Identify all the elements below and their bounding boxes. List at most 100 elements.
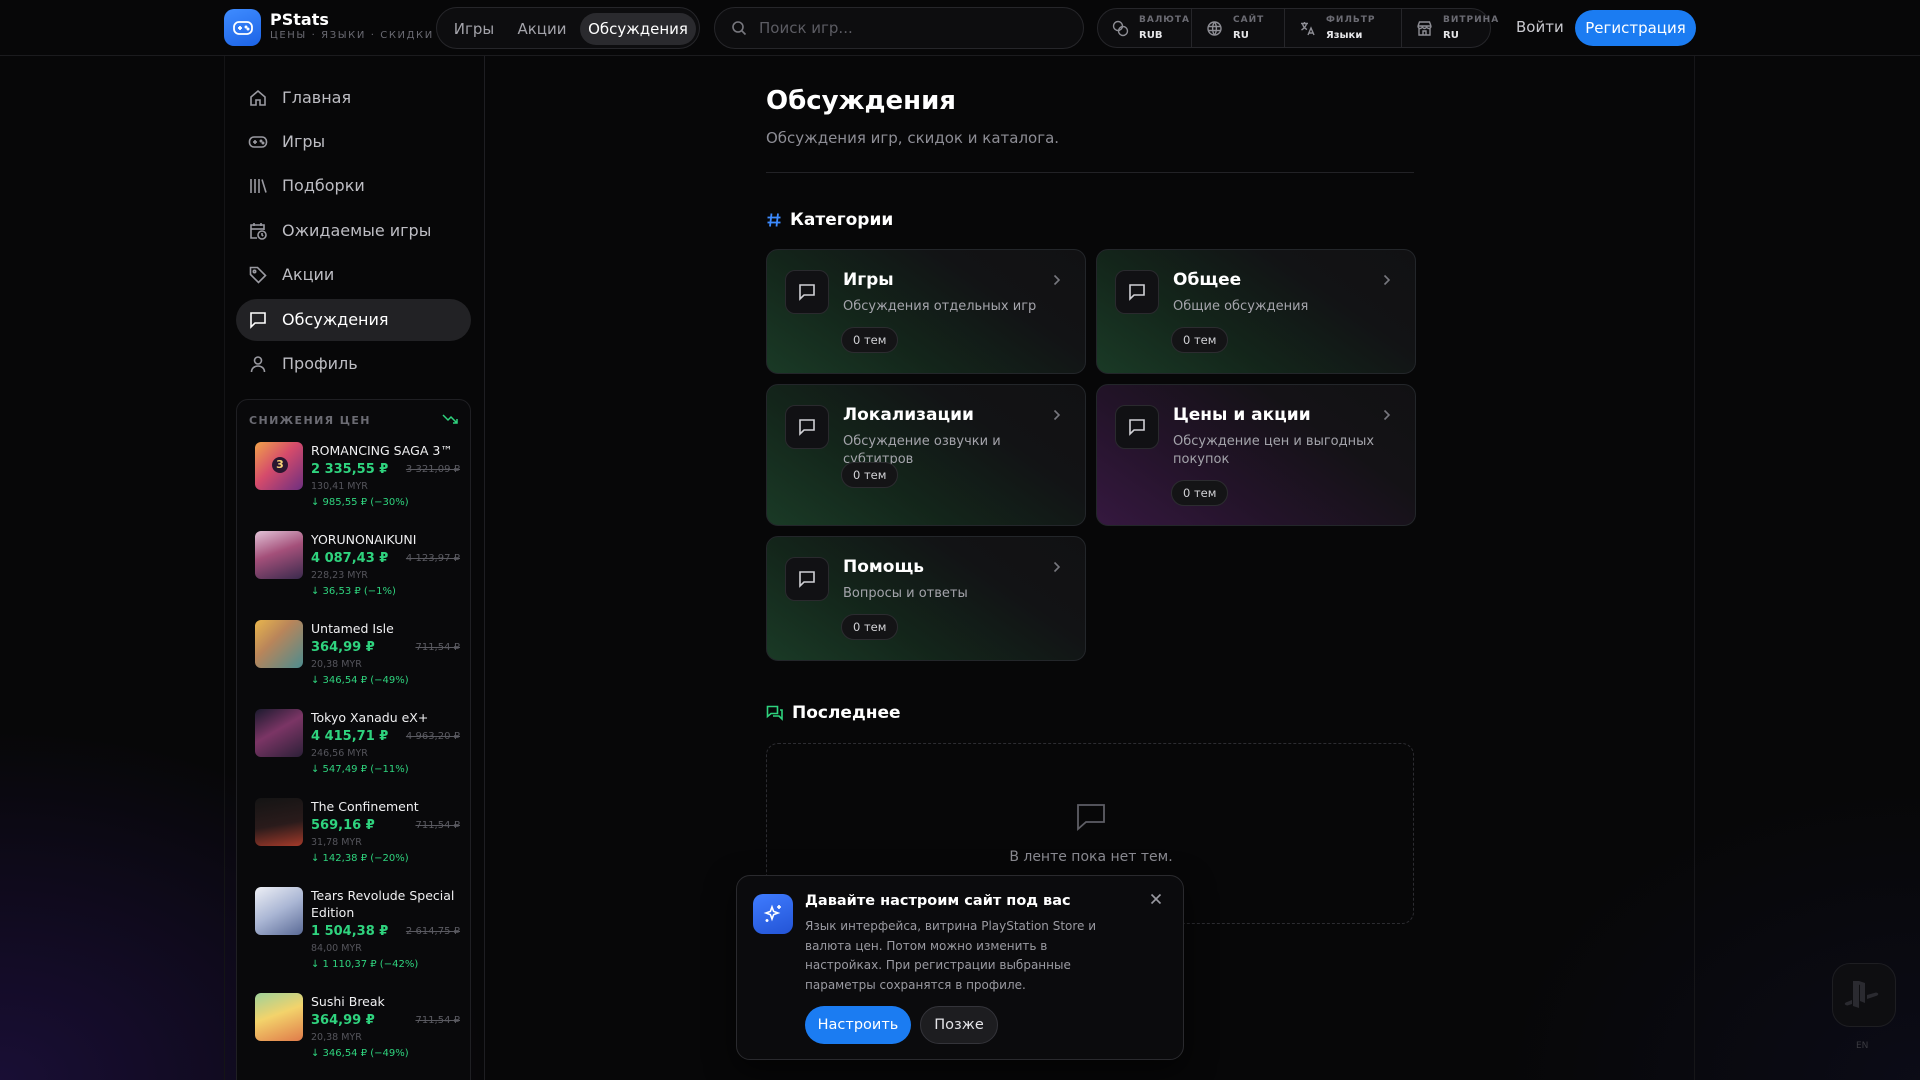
game-price: 364,99 ₽: [311, 640, 375, 655]
currency-label: ВАЛЮТА: [1139, 15, 1190, 25]
translate-icon: [1301, 22, 1315, 36]
register-button[interactable]: Регистрация: [1575, 10, 1696, 46]
price-drop-item[interactable]: YORUNONAIKUNI 4 087,43 ₽ 4 123,97 ₽ 228,…: [255, 531, 460, 611]
tab-deals[interactable]: Акции: [510, 13, 574, 45]
login-link[interactable]: Войти: [1516, 18, 1564, 36]
playstation-store-button[interactable]: [1832, 963, 1896, 1027]
game-old-price: 2 614,75 ₽: [405, 926, 460, 937]
category-count-badge: 0 тем: [1171, 480, 1229, 506]
hash-icon: [767, 213, 781, 227]
chat-icon: [785, 405, 829, 449]
chat-icon: [785, 557, 829, 601]
configure-button[interactable]: Настроить: [805, 1006, 911, 1044]
sidebar-item-label: Ожидаемые игры: [282, 221, 432, 240]
game-cover: [255, 993, 303, 1041]
chevron-right-icon: [1053, 561, 1061, 573]
sidebar-item-upcoming[interactable]: Ожидаемые игры: [236, 210, 471, 252]
top-nav: Игры Акции Обсуждения: [436, 7, 700, 49]
sidebar-item-deals[interactable]: Акции: [236, 254, 471, 296]
close-icon[interactable]: [1150, 893, 1162, 905]
game-price: 569,16 ₽: [311, 818, 375, 833]
logo-gamepad-icon[interactable]: [224, 9, 261, 46]
category-card-prices[interactable]: Цены и акции Обсуждение цен и выгодных п…: [1096, 384, 1416, 526]
category-desc: Вопросы и ответы: [843, 586, 968, 601]
game-name: Tokyo Xanadu eX+: [311, 710, 429, 725]
category-count-badge: 0 тем: [1171, 327, 1229, 353]
game-myr-price: 31,78 MYR: [311, 837, 362, 848]
sidebar-item-home[interactable]: Главная: [236, 77, 471, 119]
category-title: Игры: [843, 270, 894, 290]
tab-discussions[interactable]: Обсуждения: [580, 13, 696, 45]
language-indicator: EN: [1856, 1041, 1869, 1051]
game-price: 2 335,55 ₽: [311, 462, 389, 477]
home-icon: [250, 89, 266, 106]
sidebar-item-games[interactable]: Игры: [236, 121, 471, 163]
tab-games[interactable]: Игры: [442, 13, 506, 45]
page-title: Обсуждения: [766, 86, 956, 116]
chats-icon: [766, 705, 783, 721]
game-cover: [255, 620, 303, 668]
chevron-right-icon: [1053, 409, 1061, 421]
category-card-help[interactable]: Помощь Вопросы и ответы 0 тем: [766, 536, 1086, 661]
playstation-icon: [1844, 981, 1879, 1008]
sidebar-item-label: Обсуждения: [282, 310, 389, 329]
app-tagline: ЦЕНЫ · ЯЗЫКИ · СКИДКИ: [270, 30, 434, 41]
store-icon: [1417, 21, 1432, 36]
category-desc: Общие обсуждения: [1173, 299, 1309, 314]
price-drop-item[interactable]: Untamed Isle 364,99 ₽ 711,54 ₽ 20,38 MYR…: [255, 620, 460, 700]
category-card-games[interactable]: Игры Обсуждения отдельных игр 0 тем: [766, 249, 1086, 374]
sparkles-icon: [753, 894, 793, 934]
later-button[interactable]: Позже: [920, 1006, 998, 1044]
popup-title: Давайте настроим сайт под вас: [805, 893, 1071, 909]
sidebar-item-label: Главная: [282, 88, 352, 107]
game-name: YORUNONAIKUNI: [311, 532, 417, 547]
search-input[interactable]: [759, 8, 1069, 48]
game-price-diff: ↓ 985,55 ₽ (−30%): [311, 497, 409, 508]
trending-down-icon: [442, 414, 458, 424]
sidebar-item-discussions[interactable]: Обсуждения: [236, 299, 471, 341]
category-card-general[interactable]: Общее Общие обсуждения 0 тем: [1096, 249, 1416, 374]
game-name: The Confinement: [311, 799, 419, 814]
site-setting[interactable]: САЙТ RU: [1191, 9, 1284, 47]
store-setting[interactable]: ВИТРИНА RU: [1401, 9, 1498, 47]
category-desc: Обсуждения отдельных игр: [843, 299, 1037, 314]
sidebar-item-profile[interactable]: Профиль: [236, 343, 471, 385]
chevron-right-icon: [1383, 274, 1391, 286]
category-title: Цены и акции: [1173, 405, 1311, 425]
game-old-price: 3 321,09 ₽: [405, 464, 460, 475]
price-drop-item[interactable]: Tokyo Xanadu eX+ 4 415,71 ₽ 4 963,20 ₽ 2…: [255, 709, 460, 789]
price-drops-title: СНИЖЕНИЯ ЦЕН: [249, 414, 371, 427]
library-icon: [250, 179, 267, 193]
app-name[interactable]: PStats: [270, 10, 329, 29]
category-title: Помощь: [843, 557, 925, 577]
page-subtitle: Обсуждения игр, скидок и каталога.: [766, 129, 1060, 147]
price-drop-item[interactable]: Sushi Break 364,99 ₽ 711,54 ₽ 20,38 MYR …: [255, 993, 460, 1073]
chat-icon: [1115, 405, 1159, 449]
sidebar-item-collections[interactable]: Подборки: [236, 165, 471, 207]
game-myr-price: 228,23 MYR: [311, 570, 368, 581]
game-price: 1 504,38 ₽: [311, 924, 389, 939]
store-label: ВИТРИНА: [1443, 15, 1500, 25]
chevron-right-icon: [1053, 274, 1061, 286]
category-title: Локализации: [843, 405, 974, 425]
filter-label: ФИЛЬТР: [1326, 15, 1376, 25]
game-old-price: 4 963,20 ₽: [405, 731, 460, 742]
sidebar-item-label: Профиль: [282, 354, 358, 373]
price-drop-item[interactable]: The Confinement 569,16 ₽ 711,54 ₽ 31,78 …: [255, 798, 460, 878]
game-cover: [255, 709, 303, 757]
game-name: Sushi Break: [311, 994, 385, 1009]
game-myr-price: 84,00 MYR: [311, 943, 362, 954]
gamepad-icon: [248, 136, 268, 148]
tag-icon: [249, 266, 267, 284]
top-bar: PStats ЦЕНЫ · ЯЗЫКИ · СКИДКИ Игры Акции …: [0, 0, 1920, 56]
empty-text: В ленте пока нет тем.: [1009, 849, 1173, 865]
game-price: 4 087,43 ₽: [311, 551, 389, 566]
currency-setting[interactable]: ВАЛЮТА RUB: [1098, 9, 1191, 47]
price-drop-item[interactable]: 3 ROMANCING SAGA 3™ 2 335,55 ₽ 3 321,09 …: [255, 442, 460, 522]
site-label: САЙТ: [1233, 15, 1265, 25]
filter-setting[interactable]: ФИЛЬТР Языки: [1284, 9, 1401, 47]
category-card-localizations[interactable]: Локализации Обсуждение озвучки и субтитр…: [766, 384, 1086, 526]
game-cover: [255, 887, 303, 935]
divider: [766, 172, 1414, 173]
price-drop-item[interactable]: Tears Revolude Special Edition 1 504,38 …: [255, 887, 460, 983]
